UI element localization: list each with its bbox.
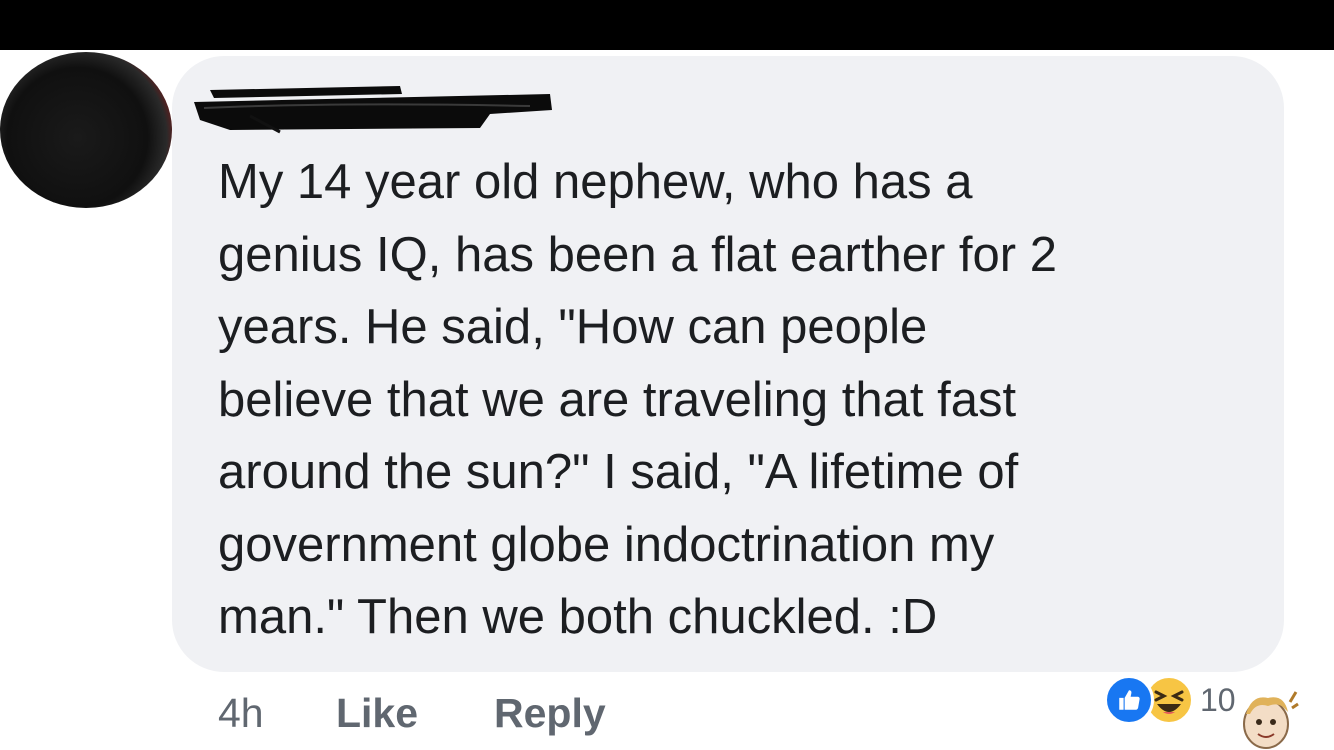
reaction-count: 10 [1200, 681, 1236, 718]
reply-button[interactable]: Reply [494, 690, 606, 737]
redacted-name-scribble [194, 86, 552, 134]
like-button[interactable]: Like [336, 690, 494, 737]
comment-text: My 14 year old nephew, who has a genius … [218, 155, 1057, 644]
comment-timestamp[interactable]: 4h [218, 690, 336, 737]
like-icon [1104, 675, 1154, 725]
top-black-bar [0, 0, 1334, 50]
screenshot: My 14 year old nephew, who has a genius … [0, 0, 1334, 750]
emoji-sticker-icon [1243, 691, 1299, 749]
reactions-summary[interactable]: 10 [1104, 672, 1236, 728]
avatar[interactable] [0, 52, 172, 208]
comment-actions: 4h Like Reply [218, 690, 606, 737]
